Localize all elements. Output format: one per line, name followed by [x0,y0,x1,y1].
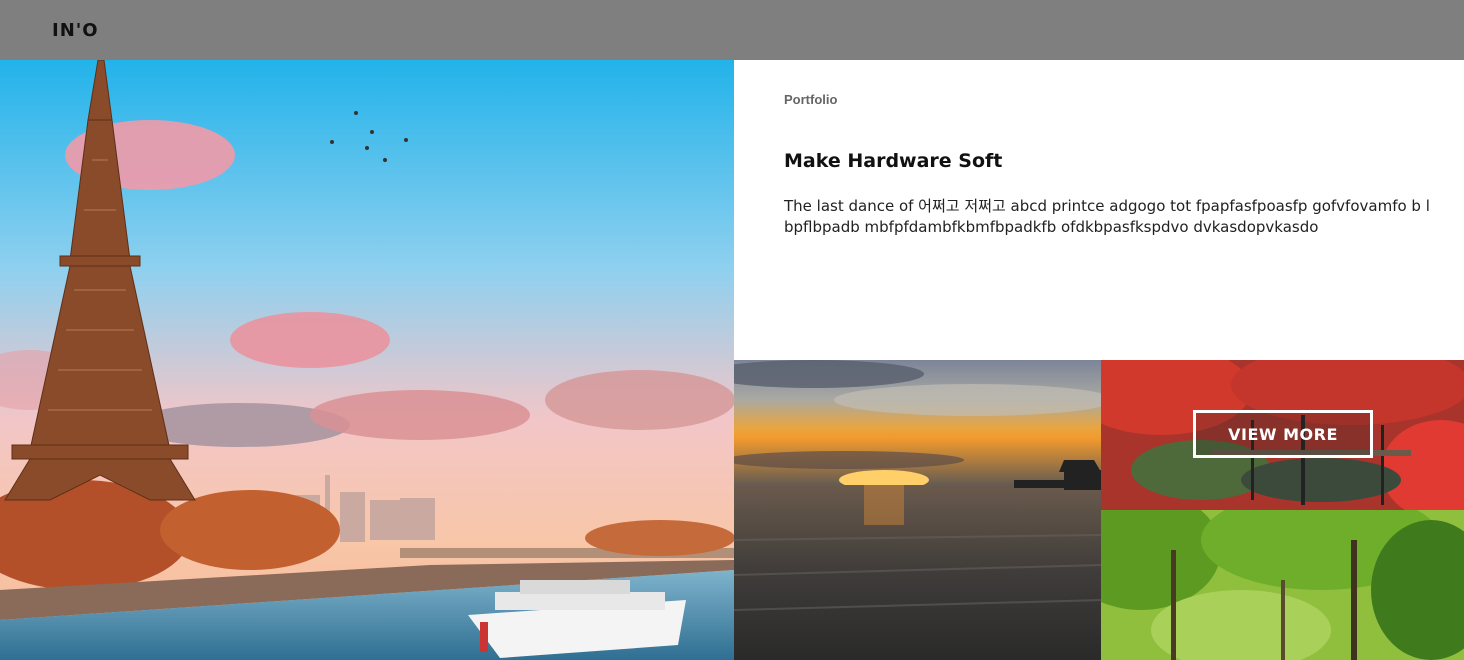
section-description: The last dance of 어쩌고 저쩌고 abcd printce a… [784,197,1430,236]
section-title: Make Hardware Soft [784,150,1003,172]
gallery-image-red-maple[interactable]: VIEW MORE [1101,360,1464,510]
portfolio-panel: Portfolio Make Hardware Soft The last da… [734,60,1464,360]
view-more-button[interactable]: VIEW MORE [1193,410,1373,458]
gallery-image-green-forest[interactable] [1101,510,1464,660]
section-label: Portfolio [784,92,838,107]
site-logo[interactable]: IN'O [52,20,99,41]
gallery-image-ocean-sunset[interactable] [734,360,1101,660]
site-header: IN'O [0,0,1464,60]
hero-image-eiffel-tower [0,60,734,660]
